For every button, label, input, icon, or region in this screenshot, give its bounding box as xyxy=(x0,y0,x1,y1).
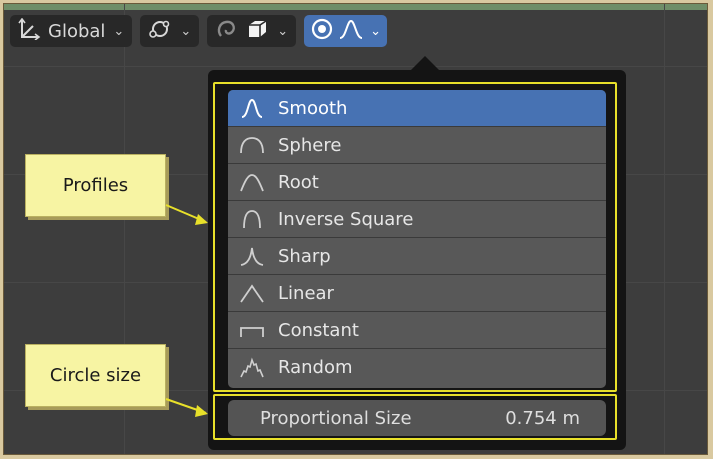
callout-arrows xyxy=(165,204,208,417)
